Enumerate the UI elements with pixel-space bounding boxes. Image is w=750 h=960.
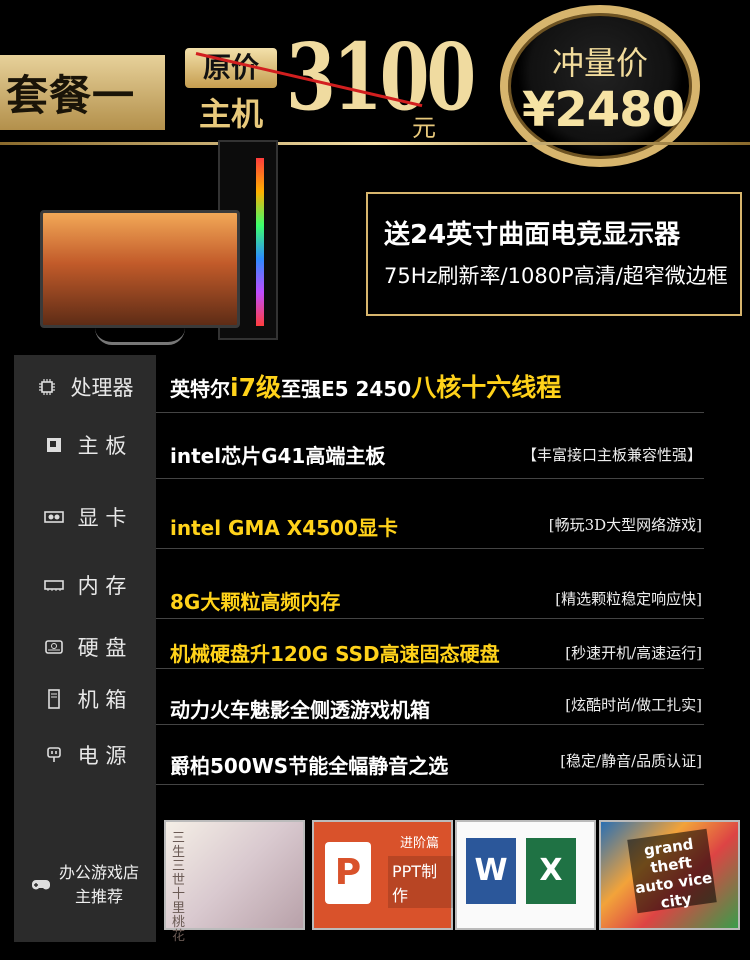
spec-label-text: 内 存 — [77, 574, 127, 598]
original-price-unit: 元 — [412, 114, 436, 142]
power-icon — [44, 745, 64, 765]
cpu-brand: 英特尔 — [170, 377, 230, 401]
spec-value: 机械硬盘升120G SSD高速固态硬盘 — [170, 642, 500, 666]
recommend-label: 办公游戏店主推荐 — [14, 835, 156, 935]
spec-label: 处理器 — [14, 360, 156, 414]
spec-row-memory: 内 存 8G大颗粒高频内存 [精选颗粒稳定响应快] — [14, 558, 704, 614]
spec-note: [秒速开机/高速运行] — [565, 644, 702, 662]
row-divider — [156, 618, 704, 619]
spec-note: [炫酷时尚/做工扎实] — [565, 696, 702, 714]
rgb-strip — [256, 158, 264, 326]
spec-row-motherboard: 主 板 intel芯片G41高端主板 【丰富接口主板兼容性强】 — [14, 418, 704, 472]
header-divider — [0, 142, 750, 145]
gift-title: 送24英寸曲面电竞显示器 — [384, 220, 681, 250]
spec-label: 电 源 — [14, 728, 156, 782]
motherboard-icon — [44, 435, 64, 455]
row-divider — [156, 412, 704, 413]
promo-price: ¥2480 — [522, 82, 685, 138]
recommend-text: 办公游戏店主推荐 — [59, 863, 140, 906]
spec-row-case: 机 箱 动力火车魅影全侧透游戏机箱 [炫酷时尚/做工扎实] — [14, 672, 704, 726]
spec-label-text: 机 箱 — [77, 688, 127, 712]
spec-row-power: 电 源 爵柏500WS节能全幅静音之选 [稳定/静音/品质认证] — [14, 728, 704, 782]
gta-logo: grand theft auto vice city — [627, 828, 717, 914]
spec-value: 英特尔i7级至强E5 2450八核十六线程 — [170, 368, 561, 404]
spec-label: 硬 盘 — [14, 620, 156, 674]
gamepad-icon — [31, 875, 51, 895]
monitor-image — [40, 210, 240, 328]
spec-value: 8G大颗粒高频内存 — [170, 590, 341, 614]
header: 套餐一 原价 主机 3100 元 冲量价 ¥2480 — [0, 0, 750, 167]
spec-label-text: 电 源 — [77, 744, 127, 768]
row-divider — [156, 548, 704, 549]
case-icon — [44, 689, 64, 709]
cpu-cores: 八核十六线程 — [411, 373, 562, 402]
spec-label: 显 卡 — [14, 490, 156, 544]
spec-note: [畅玩3D大型网络游戏] — [548, 516, 702, 534]
spec-label: 主 板 — [14, 418, 156, 472]
ppt-badge: 进阶篇 — [400, 836, 440, 851]
spec-label: 机 箱 — [14, 672, 156, 726]
spec-value: intel GMA X4500显卡 — [170, 516, 398, 540]
gift-description: 75Hz刷新率/1080P高清/超窄微边框 — [384, 264, 728, 288]
package-title: 套餐一 — [6, 71, 136, 120]
monitor-stand — [95, 328, 185, 345]
drama-title: 三生三世十里桃花 — [172, 831, 186, 944]
cpu-model: 至强E5 2450 — [280, 377, 412, 401]
gift-box — [366, 192, 742, 316]
row-divider — [156, 478, 704, 479]
spec-label: 内 存 — [14, 558, 156, 612]
spec-row-gpu: 显 卡 intel GMA X4500显卡 [畅玩3D大型网络游戏] — [14, 490, 704, 544]
excel-icon: X — [526, 838, 576, 904]
spec-label-text: 显 卡 — [77, 506, 127, 530]
original-price: 3100 — [286, 23, 476, 131]
spec-note: [精选颗粒稳定响应快] — [555, 590, 702, 608]
spec-value: 动力火车魅影全侧透游戏机箱 — [170, 698, 430, 722]
promo-label: 冲量价 — [551, 44, 648, 82]
cpu-icon — [37, 377, 57, 397]
spec-label-text: 处理器 — [70, 376, 134, 400]
spec-value: 爵柏500WS节能全幅静音之选 — [170, 754, 449, 778]
cpu-class: i7级 — [230, 373, 281, 402]
spec-row-cpu: 处理器 英特尔i7级至强E5 2450八核十六线程 — [14, 360, 704, 414]
memory-icon — [43, 575, 64, 595]
row-divider — [156, 724, 704, 725]
spec-label-text: 主 板 — [77, 434, 127, 458]
spec-label-text: 硬 盘 — [77, 636, 127, 660]
row-divider — [156, 784, 704, 785]
gpu-icon — [43, 507, 64, 527]
ppt-caption: PPT制作 — [388, 856, 456, 908]
hdd-icon — [44, 637, 64, 657]
spec-value: intel芯片G41高端主板 — [170, 444, 386, 468]
host-label: 主机 — [198, 95, 263, 133]
spec-row-storage: 硬 盘 机械硬盘升120G SSD高速固态硬盘 [秒速开机/高速运行] — [14, 620, 704, 674]
powerpoint-icon: P — [325, 842, 371, 904]
word-icon: W — [466, 838, 516, 904]
spec-note: [稳定/静音/品质认证] — [560, 752, 702, 770]
row-divider — [156, 668, 704, 669]
spec-note: 【丰富接口主板兼容性强】 — [521, 446, 702, 464]
